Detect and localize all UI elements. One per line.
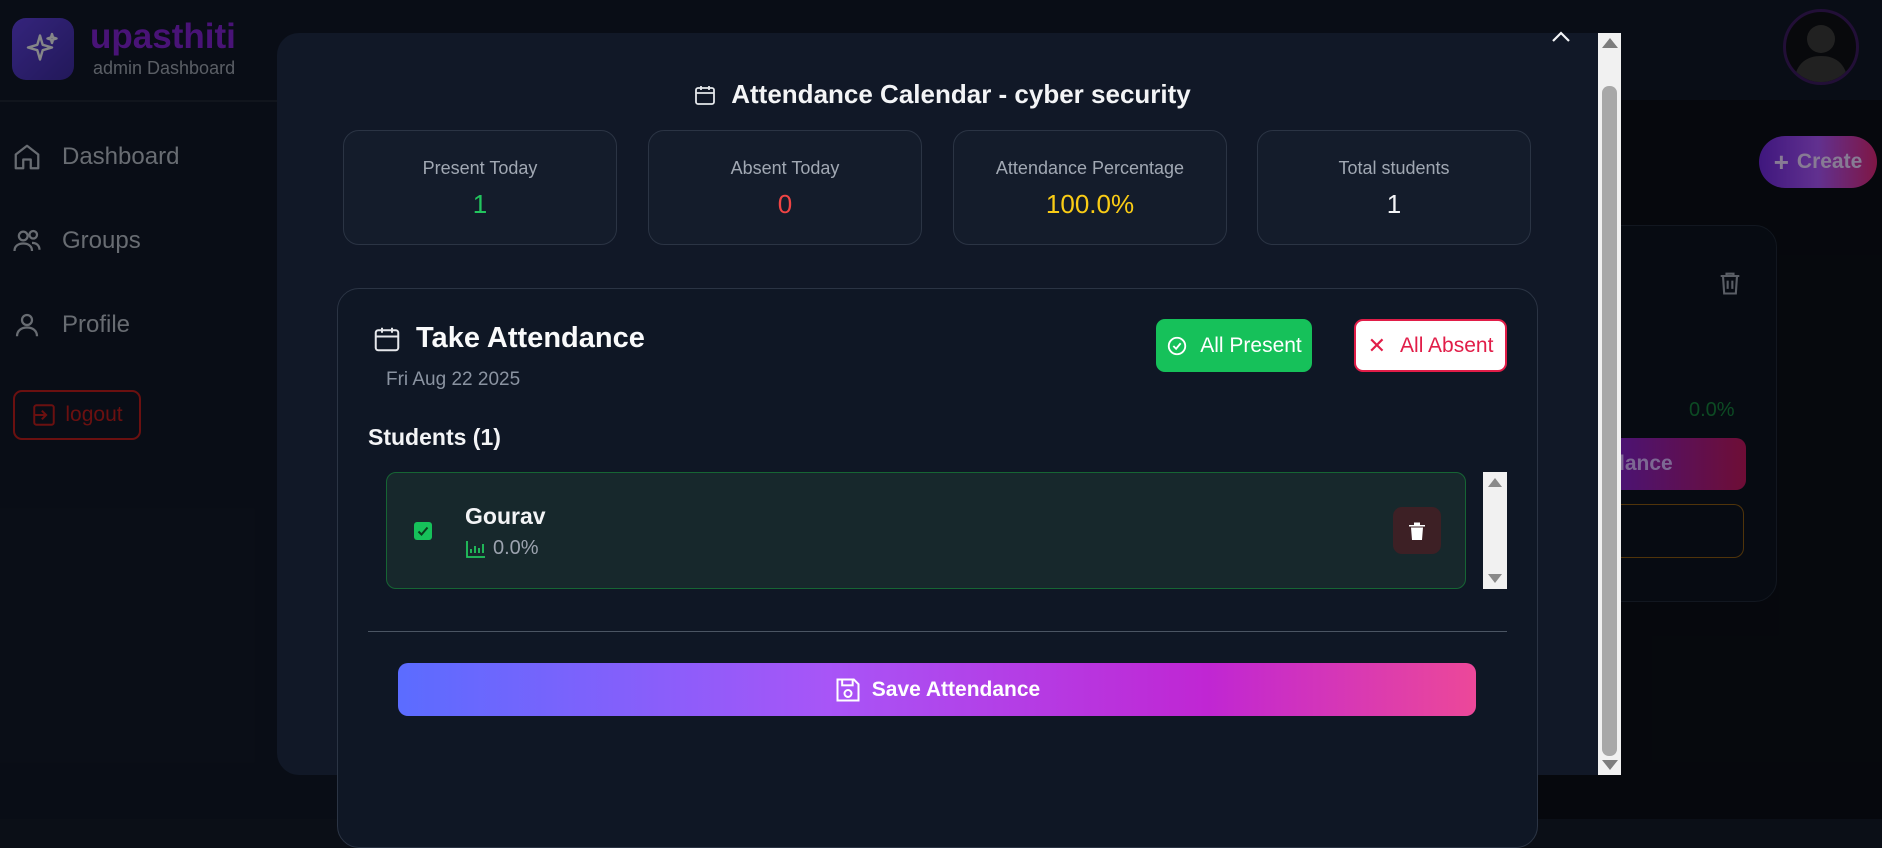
stat-attendance-percentage: Attendance Percentage 100.0% — [953, 130, 1227, 245]
divider — [368, 631, 1507, 632]
stat-absent-today: Absent Today 0 — [648, 130, 922, 245]
stat-present-today: Present Today 1 — [343, 130, 617, 245]
stat-value: 1 — [1386, 189, 1402, 219]
take-attendance-title: Take Attendance — [372, 322, 645, 355]
stat-label: Total students — [1338, 158, 1450, 178]
student-present-checkbox[interactable] — [414, 522, 432, 540]
student-percentage-value: 0.0% — [493, 537, 539, 559]
stat-total-students: Total students 1 — [1257, 130, 1531, 245]
stat-label: Attendance Percentage — [995, 158, 1185, 178]
student-name: Gourav — [465, 503, 546, 529]
students-scrollbar[interactable] — [1483, 472, 1507, 589]
calendar-icon — [374, 327, 400, 351]
modal-scrollbar[interactable] — [1598, 33, 1621, 775]
stat-value: 1 — [472, 189, 488, 219]
stat-value: 100.0% — [1045, 189, 1135, 219]
scroll-up-icon[interactable] — [1602, 38, 1618, 48]
scroll-down-icon[interactable] — [1602, 760, 1618, 770]
scroll-up-icon[interactable] — [1488, 478, 1502, 487]
trash-icon — [1409, 522, 1425, 540]
stat-label: Present Today — [422, 158, 538, 178]
stat-label: Absent Today — [730, 158, 840, 178]
scrollbar-thumb[interactable] — [1602, 86, 1617, 756]
student-percentage: 0.0% — [465, 537, 539, 560]
save-attendance-button[interactable]: Save Attendance — [398, 663, 1476, 716]
all-present-label: All Present — [1200, 333, 1302, 357]
save-attendance-label: Save Attendance — [871, 677, 1041, 701]
close-icon: ✕ — [1367, 332, 1387, 358]
take-attendance-title-text: Take Attendance — [416, 322, 645, 354]
calendar-icon — [695, 85, 716, 105]
checkmark-icon — [417, 526, 429, 536]
scroll-down-icon[interactable] — [1488, 574, 1502, 583]
bar-chart-icon — [466, 540, 485, 558]
all-present-button[interactable]: All Present — [1156, 319, 1312, 372]
student-row — [386, 472, 1466, 589]
modal-title-text: Attendance Calendar - cyber security — [731, 79, 1191, 109]
chevron-up-icon[interactable] — [1550, 24, 1572, 50]
modal-title: Attendance Calendar - cyber security — [277, 79, 1607, 110]
attendance-date: Fri Aug 22 2025 — [386, 369, 521, 390]
students-heading: Students (1) — [368, 424, 501, 450]
delete-student-button[interactable] — [1393, 507, 1441, 554]
save-icon — [836, 678, 860, 701]
check-circle-icon — [1168, 336, 1187, 355]
stat-value: 0 — [777, 189, 793, 219]
all-absent-label: All Absent — [1400, 333, 1494, 357]
all-absent-button[interactable]: ✕ All Absent — [1354, 319, 1507, 372]
